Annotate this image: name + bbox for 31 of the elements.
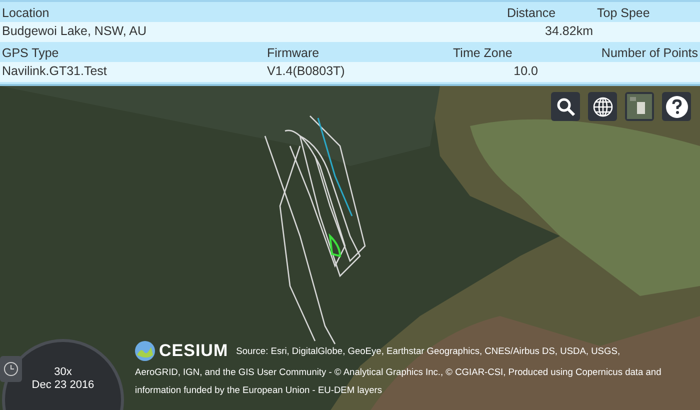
column-label: Number of Points xyxy=(600,45,699,62)
field-value: 34.82km xyxy=(544,23,594,40)
cesium-logo-text: CESIUM xyxy=(159,341,228,361)
map-attribution-text: Source: Esri, DigitalGlobe, GeoEye, Earthstar Geographics, CNES/Airbus DS, USDA, USGS, xyxy=(236,345,620,358)
field-value: 10.0 xyxy=(512,63,539,80)
clock-date: Dec 23 2016 xyxy=(32,379,94,392)
search-icon xyxy=(556,96,576,116)
aerial-thumbnail-icon xyxy=(627,94,652,119)
playback-speed: 30x xyxy=(54,366,72,379)
column-label: Distance xyxy=(506,5,557,22)
field-value: Budgewoi Lake, NSW, AU xyxy=(1,23,148,40)
field-value: Navilink.GT31.Test xyxy=(1,63,108,80)
help-button[interactable] xyxy=(662,92,691,121)
imagery-layer-button[interactable] xyxy=(625,92,654,121)
map-attribution-text: AeroGRID, IGN, and the GIS User Community - © Analytical Graphics Inc., © CGIAR-CSI, Produced using Copernicus data and xyxy=(135,366,662,379)
clock-button[interactable] xyxy=(0,356,22,382)
column-label: GPS Type xyxy=(1,45,60,62)
column-label: Location xyxy=(1,5,50,22)
clock-icon xyxy=(3,361,19,377)
satellite-map[interactable] xyxy=(0,86,700,410)
column-label: Firmware xyxy=(266,45,320,62)
animation-clock-dial[interactable]: 30x Dec 23 2016 xyxy=(2,339,124,410)
search-button[interactable] xyxy=(551,92,580,121)
column-label: Time Zone xyxy=(452,45,514,62)
globe-icon xyxy=(592,96,614,118)
globe-button[interactable] xyxy=(588,92,617,121)
column-label: Top Spee xyxy=(596,5,651,22)
map-attribution-text: information funded by the European Union - EU-DEM layers xyxy=(135,384,384,397)
field-value: V1.4(B0803T) xyxy=(266,63,346,80)
help-icon xyxy=(664,94,688,118)
cesium-logo-icon xyxy=(135,341,155,361)
